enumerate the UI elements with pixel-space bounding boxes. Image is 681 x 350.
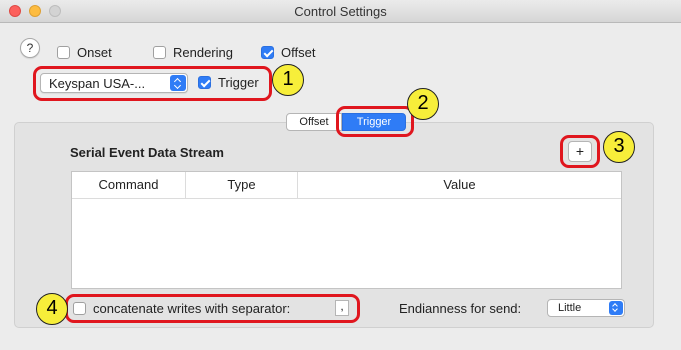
onset-label: Onset	[77, 45, 112, 60]
chevron-updown-icon	[609, 301, 623, 315]
highlight-box-4	[65, 294, 360, 323]
title-bar: Control Settings	[0, 0, 681, 23]
offset-label: Offset	[281, 45, 316, 60]
endianness-popup[interactable]: Little	[547, 299, 625, 317]
control-settings-window: Control Settings ? Onset Rendering Offse…	[0, 0, 681, 350]
highlight-box-2	[336, 106, 414, 137]
column-header-command[interactable]: Command	[72, 172, 186, 198]
offset-checkbox[interactable]	[261, 46, 274, 59]
tab-offset[interactable]: Offset	[286, 113, 342, 131]
callout-4: 4	[36, 293, 68, 325]
endianness-value: Little	[558, 302, 582, 314]
highlight-box-1	[33, 66, 272, 101]
window-title: Control Settings	[294, 4, 387, 19]
callout-1: 1	[272, 64, 304, 96]
commands-table[interactable]: Command Type Value	[71, 171, 622, 289]
endianness-label: Endianness for send:	[399, 301, 522, 316]
help-button[interactable]: ?	[20, 38, 40, 58]
callout-2: 2	[407, 88, 439, 120]
column-header-value[interactable]: Value	[298, 172, 621, 198]
section-title: Serial Event Data Stream	[70, 145, 224, 160]
onset-checkbox[interactable]	[57, 46, 70, 59]
header-divider	[72, 198, 621, 199]
callout-3: 3	[603, 131, 635, 163]
rendering-label: Rendering	[173, 45, 233, 60]
highlight-box-3	[560, 135, 600, 168]
rendering-checkbox[interactable]	[153, 46, 166, 59]
column-header-type[interactable]: Type	[186, 172, 298, 198]
